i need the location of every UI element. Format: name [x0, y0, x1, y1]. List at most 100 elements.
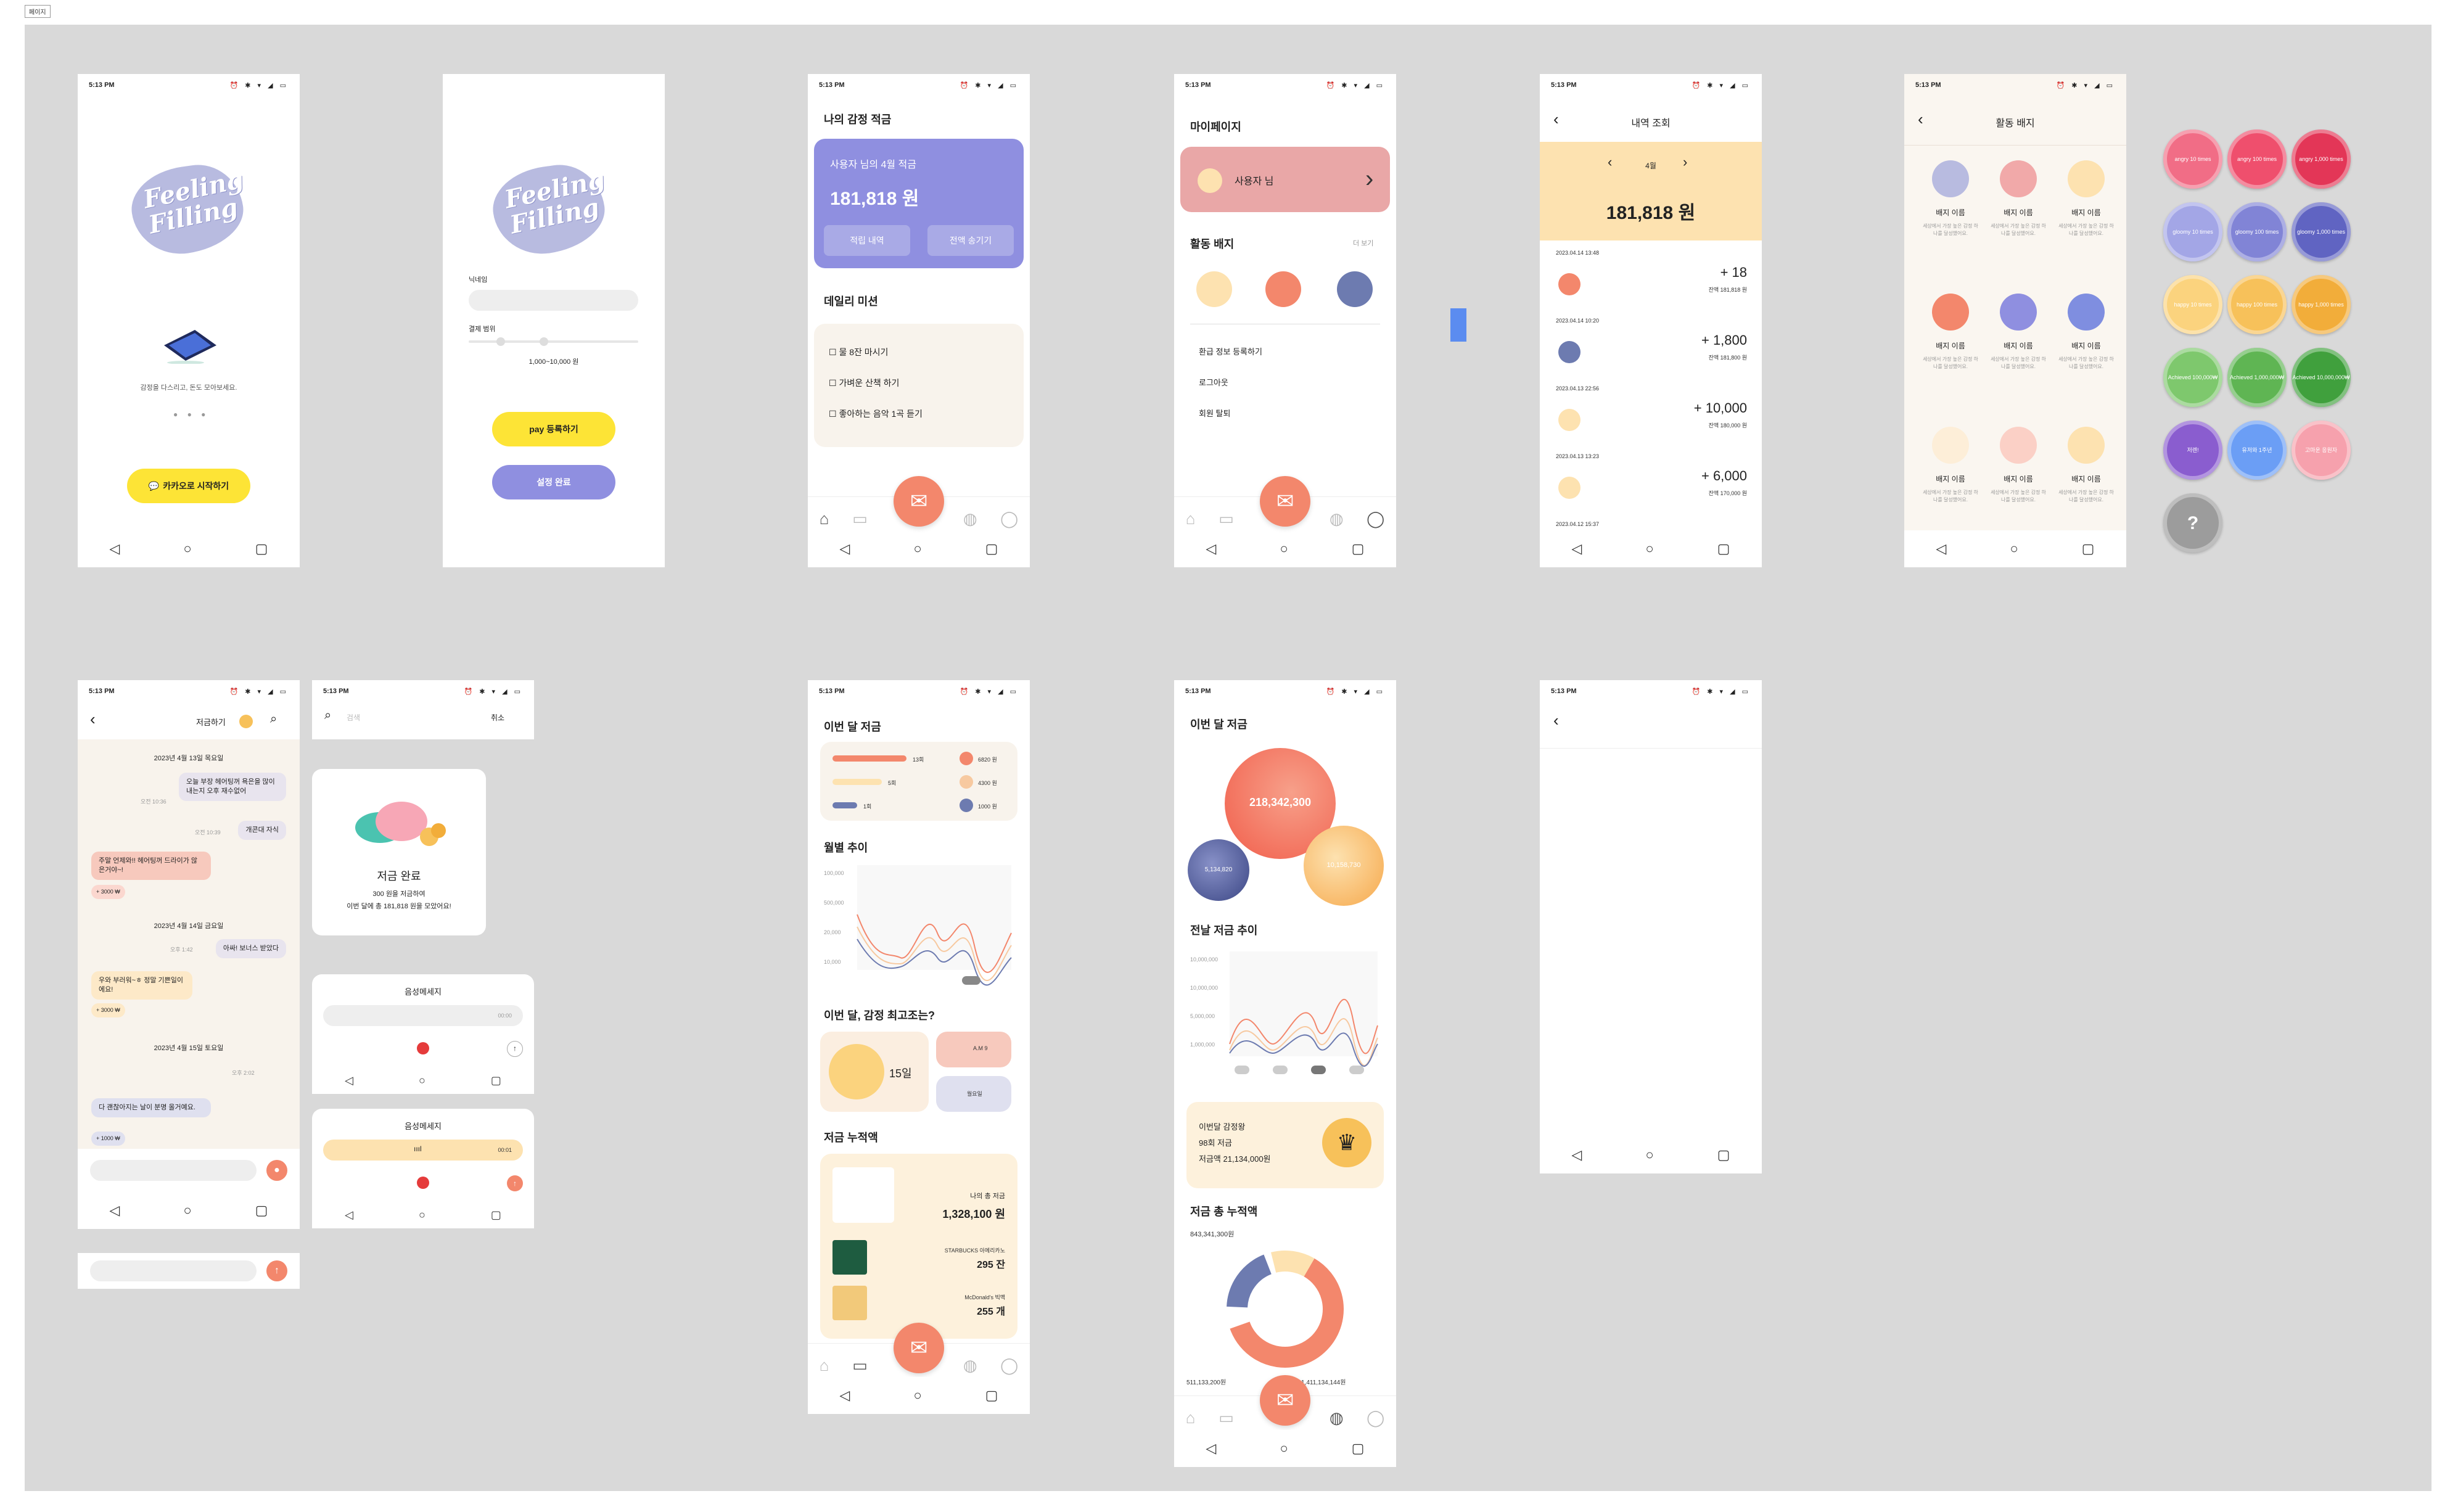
badge-sticker[interactable]: 고마운 응원자 — [2292, 421, 2351, 480]
badge-item[interactable]: 배지 이름 세상에서 가장 높은 감정 하나를 달성했어요. — [1923, 427, 1978, 544]
home-nav-icon[interactable]: ○ — [913, 541, 921, 557]
list-item[interactable]: 2023.04.14 13:48 + 18 잔액 181,818 원 — [1540, 250, 1762, 318]
profile-tab-icon[interactable]: ◯ — [1000, 1356, 1018, 1375]
send-icon[interactable]: ↑ — [266, 1260, 287, 1281]
page-label[interactable]: 페이지 — [25, 5, 51, 18]
chat-fab[interactable]: ✉ — [1260, 1375, 1310, 1426]
badge-item[interactable]: 배지 이름 세상에서 가장 높은 감정 하나를 달성했어요. — [1991, 160, 2046, 277]
send-icon[interactable]: ↑ — [507, 1175, 523, 1191]
globe-tab-icon[interactable]: ◍ — [1330, 1408, 1344, 1428]
home-nav-icon[interactable]: ○ — [419, 1074, 425, 1087]
mission-item[interactable]: ☐ 물 8잔 마시기 — [829, 346, 888, 358]
badge-sticker[interactable]: gloomy 100 times — [2227, 202, 2287, 261]
badge-item[interactable]: 배지 이름 세상에서 가장 높은 감정 하나를 달성했어요. — [1991, 294, 2046, 411]
back-nav-icon[interactable]: ◁ — [345, 1074, 353, 1087]
badge-item[interactable]: 배지 이름 세상에서 가장 높은 감정 하나를 달성했어요. — [2058, 160, 2114, 277]
profile-tab-icon[interactable]: ◯ — [1367, 1408, 1384, 1428]
badge-sticker[interactable]: gloomy 10 times — [2163, 202, 2222, 261]
back-nav-icon[interactable]: ◁ — [109, 541, 120, 557]
profile-tab-icon[interactable]: ◯ — [1367, 509, 1384, 528]
badge-sticker[interactable]: happy 1,000 times — [2292, 275, 2351, 334]
wallet-tab-icon[interactable]: ▭ — [852, 509, 868, 528]
recent-nav-icon[interactable]: ▢ — [491, 1209, 501, 1222]
badge-sticker[interactable]: 유저와 1주년 — [2227, 421, 2287, 480]
badge-item[interactable]: 배지 이름 세상에서 가장 높은 감정 하나를 달성했어요. — [1923, 160, 1978, 277]
home-nav-icon[interactable]: ○ — [1645, 1147, 1653, 1163]
list-item[interactable]: 2023.04.13 13:23 + 6,000 잔액 170,000 원 — [1540, 453, 1762, 521]
chat-fab[interactable]: ✉ — [894, 476, 944, 527]
setup-done-button[interactable]: 설정 완료 — [492, 465, 615, 499]
globe-tab-icon[interactable]: ◍ — [1330, 509, 1344, 528]
badge-item[interactable]: 배지 이름 세상에서 가장 높은 감정 하나를 달성했어요. — [2058, 427, 2114, 544]
recent-nav-icon[interactable]: ▢ — [1352, 1440, 1365, 1457]
menu-refund[interactable]: 환급 정보 등록하기 — [1199, 345, 1262, 357]
badge-sticker[interactable]: ? — [2163, 493, 2222, 553]
badge-sticker[interactable]: happy 10 times — [2163, 275, 2222, 334]
mission-item[interactable]: ☐ 좋아하는 음악 1곡 듣기 — [829, 408, 923, 420]
recent-nav-icon[interactable]: ▢ — [491, 1074, 501, 1087]
badge-sticker[interactable]: Achieved 1,000,000₩ — [2227, 348, 2287, 407]
send-all-button[interactable]: 전액 송기기 — [927, 225, 1014, 256]
home-nav-icon[interactable]: ○ — [183, 541, 191, 557]
home-nav-icon[interactable]: ○ — [1280, 541, 1288, 557]
recent-nav-icon[interactable]: ▢ — [1717, 541, 1730, 557]
send-icon[interactable]: ↑ — [507, 1041, 523, 1057]
badge-sticker[interactable]: gloomy 1,000 times — [2292, 202, 2351, 261]
badge-sticker[interactable]: angry 100 times — [2227, 129, 2287, 189]
chat-input[interactable] — [90, 1260, 257, 1281]
slider-handle-max[interactable] — [540, 337, 548, 346]
recent-nav-icon[interactable]: ▢ — [1717, 1147, 1730, 1163]
home-tab-icon[interactable]: ⌂ — [1186, 1408, 1196, 1428]
home-nav-icon[interactable]: ○ — [1280, 1440, 1288, 1457]
globe-tab-icon[interactable]: ◍ — [963, 509, 977, 528]
badge-sticker[interactable]: Achieved 100,000₩ — [2163, 348, 2222, 407]
list-item[interactable]: 2023.04.14 10:20 + 1,800 잔액 181,800 원 — [1540, 318, 1762, 385]
recent-nav-icon[interactable]: ▢ — [255, 541, 268, 557]
badge-sticker[interactable]: Achieved 10,000,000₩ — [2292, 348, 2351, 407]
home-tab-icon[interactable]: ⌂ — [820, 509, 829, 528]
home-nav-icon[interactable]: ○ — [1645, 541, 1653, 557]
back-nav-icon[interactable]: ◁ — [1206, 541, 1216, 557]
badge-sticker[interactable]: angry 10 times — [2163, 129, 2222, 189]
back-nav-icon[interactable]: ◁ — [839, 541, 850, 557]
slider-handle-min[interactable] — [496, 337, 505, 346]
next-month-icon[interactable]: › — [1683, 154, 1687, 170]
chat-fab[interactable]: ✉ — [1260, 476, 1310, 527]
range-slider[interactable] — [469, 337, 638, 346]
wallet-tab-icon[interactable]: ▭ — [1219, 509, 1234, 528]
back-nav-icon[interactable]: ◁ — [1571, 1147, 1582, 1163]
kakao-pay-button[interactable]: pay 등록하기 — [492, 412, 615, 446]
cancel-button[interactable]: 취소 — [491, 712, 504, 723]
back-nav-icon[interactable]: ◁ — [345, 1209, 353, 1222]
chat-fab[interactable]: ✉ — [894, 1323, 944, 1373]
recent-nav-icon[interactable]: ▢ — [1352, 541, 1365, 557]
record-icon[interactable] — [417, 1177, 429, 1189]
kakao-login-button[interactable]: 💬 카카오로 시작하기 — [127, 469, 250, 503]
wallet-tab-icon[interactable]: ▭ — [852, 1356, 868, 1375]
profile-tab-icon[interactable]: ◯ — [1000, 509, 1018, 528]
badge-item[interactable]: 배지 이름 세상에서 가장 높은 감정 하나를 달성했어요. — [1991, 427, 2046, 544]
back-icon[interactable]: ‹ — [1553, 711, 1559, 730]
back-icon[interactable]: ‹ — [90, 710, 96, 729]
recent-nav-icon[interactable]: ▢ — [255, 1202, 268, 1218]
home-tab-icon[interactable]: ⌂ — [820, 1356, 829, 1375]
recent-nav-icon[interactable]: ▢ — [985, 541, 998, 557]
back-nav-icon[interactable]: ◁ — [1571, 541, 1582, 557]
list-item[interactable]: 2023.04.13 22:56 + 10,000 잔액 180,000 원 — [1540, 385, 1762, 453]
recent-nav-icon[interactable]: ▢ — [2082, 541, 2095, 557]
badge-item[interactable]: 배지 이름 세상에서 가장 높은 감정 하나를 달성했어요. — [1923, 294, 1978, 411]
back-nav-icon[interactable]: ◁ — [1936, 541, 1946, 557]
home-nav-icon[interactable]: ○ — [183, 1202, 191, 1218]
home-nav-icon[interactable]: ○ — [2010, 541, 2018, 557]
back-nav-icon[interactable]: ◁ — [109, 1202, 120, 1218]
home-nav-icon[interactable]: ○ — [419, 1209, 425, 1222]
record-icon[interactable] — [417, 1042, 429, 1054]
mic-icon[interactable]: ● — [266, 1160, 287, 1181]
more-link[interactable]: 더 보기 — [1353, 238, 1373, 248]
home-nav-icon[interactable]: ○ — [913, 1387, 921, 1403]
badge-sticker[interactable]: 저렌! — [2163, 421, 2222, 480]
search-input[interactable]: 검색 — [347, 712, 360, 723]
mission-item[interactable]: ☐ 가벼운 산책 하기 — [829, 377, 899, 389]
badge-sticker[interactable]: happy 100 times — [2227, 275, 2287, 334]
menu-logout[interactable]: 로그아웃 — [1199, 376, 1228, 388]
